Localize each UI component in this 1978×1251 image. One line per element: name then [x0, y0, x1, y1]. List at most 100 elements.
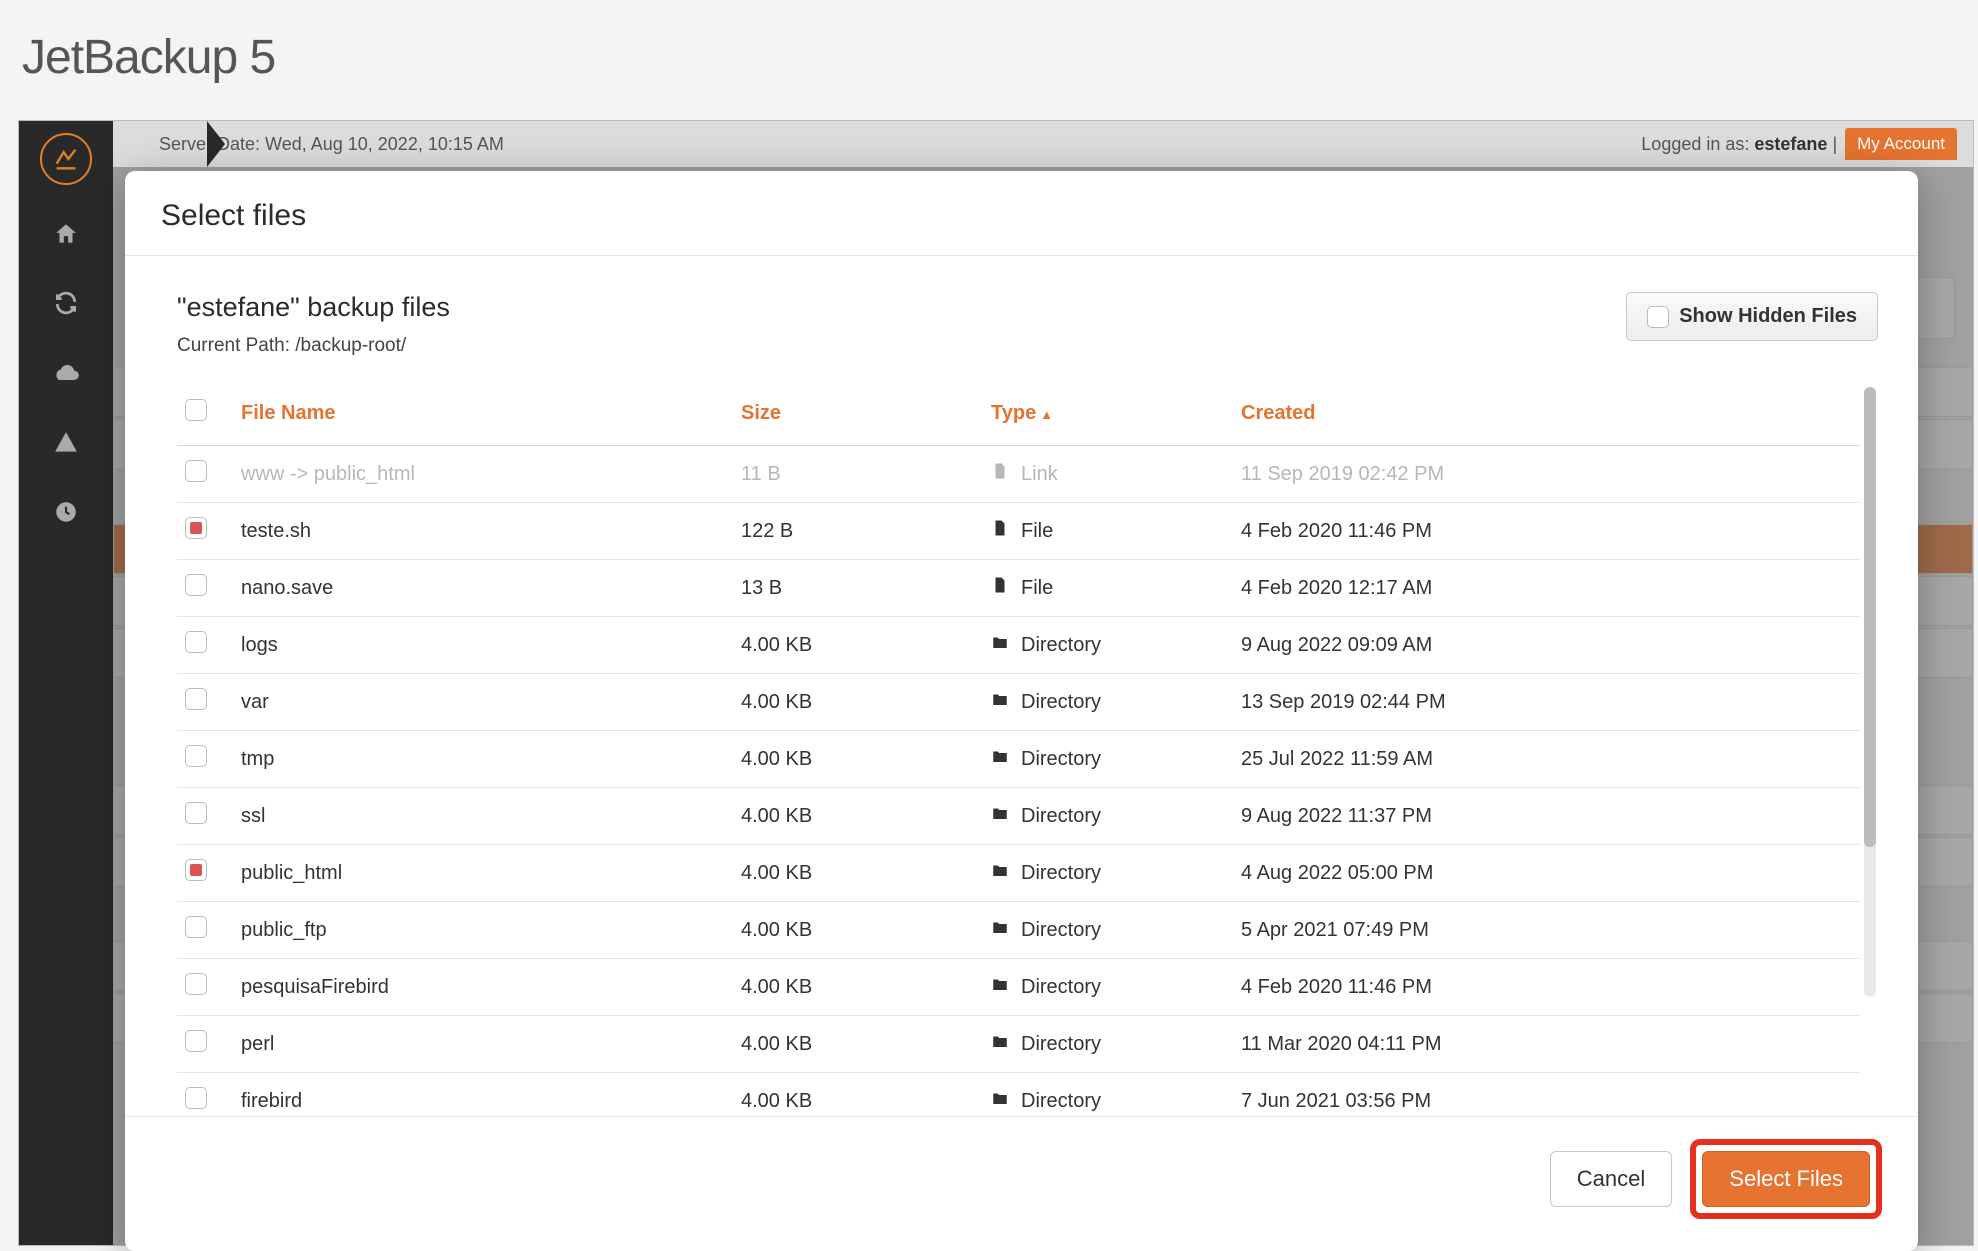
file-name: perl [233, 1016, 733, 1073]
file-size: 4.00 KB [733, 617, 983, 674]
folder-icon [991, 1031, 1009, 1057]
folder-icon [991, 1088, 1009, 1114]
file-size: 4.00 KB [733, 845, 983, 902]
file-type: File [1021, 520, 1053, 543]
row-checkbox[interactable] [185, 859, 207, 881]
current-path: Current Path: /backup-root/ [177, 335, 450, 357]
file-type: Directory [1021, 634, 1101, 657]
file-created: 4 Feb 2020 11:46 PM [1233, 959, 1860, 1016]
file-name: logs [233, 617, 733, 674]
home-icon[interactable] [53, 221, 79, 254]
file-type: Directory [1021, 805, 1101, 828]
file-name: ssl [233, 788, 733, 845]
file-size: 4.00 KB [733, 731, 983, 788]
alert-icon[interactable] [53, 430, 79, 463]
file-size: 4.00 KB [733, 902, 983, 959]
table-row[interactable]: teste.sh122 BFile4 Feb 2020 11:46 PM [177, 503, 1860, 560]
table-row[interactable]: tmp4.00 KB Directory 25 Jul 2022 11:59 AM [177, 731, 1860, 788]
file-created: 11 Sep 2019 02:42 PM [1233, 446, 1860, 503]
column-header-size[interactable]: Size [733, 387, 983, 446]
table-row[interactable]: var4.00 KBDirectory13 Sep 2019 02:44 PM [177, 674, 1860, 731]
modal-title: Select files [161, 199, 1882, 233]
show-hidden-label: Show Hidden Files [1679, 305, 1857, 328]
row-checkbox[interactable] [185, 973, 207, 995]
my-account-button[interactable]: My Account [1845, 128, 1957, 160]
scrollbar[interactable] [1860, 387, 1878, 1116]
topbar: Server Date: Wed, Aug 10, 2022, 10:15 AM… [113, 121, 1973, 167]
table-row[interactable]: perl4.00 KBDirectory11 Mar 2020 04:11 PM [177, 1016, 1860, 1073]
folder-icon [991, 689, 1009, 715]
row-checkbox[interactable] [185, 688, 207, 710]
row-checkbox[interactable] [185, 517, 207, 539]
logo-icon [40, 133, 92, 185]
logged-in-label: Logged in as: estefane | [1641, 134, 1837, 155]
file-type: Directory [1021, 862, 1101, 885]
sort-caret-up-icon: ▲ [1040, 407, 1053, 422]
select-files-button[interactable]: Select Files [1702, 1151, 1870, 1207]
file-icon [991, 518, 1009, 544]
table-row[interactable]: logs4.00 KBDirectory9 Aug 2022 09:09 AM [177, 617, 1860, 674]
file-created: 13 Sep 2019 02:44 PM [1233, 674, 1860, 731]
file-icon [991, 575, 1009, 601]
file-icon [991, 461, 1009, 487]
column-header-created[interactable]: Created [1233, 387, 1860, 446]
folder-icon [991, 917, 1009, 943]
file-name: public_ftp [233, 902, 733, 959]
folder-icon [991, 803, 1009, 829]
clock-icon[interactable] [53, 499, 79, 532]
table-row[interactable]: pesquisaFirebird4.00 KBDirectory4 Feb 20… [177, 959, 1860, 1016]
file-name: www -> public_html [233, 446, 733, 503]
file-type: File [1021, 577, 1053, 600]
table-row[interactable]: www -> public_html11 B Link 11 Sep 2019 02… [177, 446, 1860, 503]
row-checkbox[interactable] [185, 631, 207, 653]
files-table: File Name Size Type▲ Created www -> publ… [177, 387, 1860, 1116]
file-type: Directory [1021, 748, 1101, 771]
file-name: public_html [233, 845, 733, 902]
row-checkbox[interactable] [185, 574, 207, 596]
table-row[interactable]: nano.save13 BFile4 Feb 2020 12:17 AM [177, 560, 1860, 617]
show-hidden-toggle[interactable]: Show Hidden Files [1626, 292, 1878, 341]
modal-subtitle: "estefane" backup files [177, 292, 450, 323]
folder-icon [991, 746, 1009, 772]
row-checkbox[interactable] [185, 1087, 207, 1109]
row-checkbox[interactable] [185, 745, 207, 767]
cancel-button[interactable]: Cancel [1550, 1151, 1672, 1207]
file-type: Directory [1021, 976, 1101, 999]
table-row[interactable]: firebird4.00 KBDirectory7 Jun 2021 03:56… [177, 1073, 1860, 1117]
file-type: Directory [1021, 1090, 1101, 1113]
file-name: tmp [233, 731, 733, 788]
file-size: 4.00 KB [733, 959, 983, 1016]
table-row[interactable]: public_ftp4.00 KB Directory 5 Apr 2021 07:… [177, 902, 1860, 959]
sidebar [19, 121, 113, 1245]
file-name: teste.sh [233, 503, 733, 560]
file-created: 11 Mar 2020 04:11 PM [1233, 1016, 1860, 1073]
cloud-download-icon[interactable] [52, 359, 80, 394]
table-row[interactable]: public_html4.00 KB Directory 4 Aug 2022 05… [177, 845, 1860, 902]
file-created: 5 Apr 2021 07:49 PM [1233, 902, 1860, 959]
select-all-checkbox[interactable] [185, 399, 207, 421]
chevron-right-icon [207, 121, 225, 167]
row-checkbox[interactable] [185, 1030, 207, 1052]
column-header-type[interactable]: Type▲ [983, 387, 1233, 446]
file-size: 4.00 KB [733, 674, 983, 731]
modal-footer: Cancel Select Files [125, 1116, 1918, 1251]
file-created: 25 Jul 2022 11:59 AM [1233, 731, 1860, 788]
row-checkbox[interactable] [185, 916, 207, 938]
refresh-icon[interactable] [53, 290, 79, 323]
file-size: 4.00 KB [733, 788, 983, 845]
file-type: Directory [1021, 919, 1101, 942]
row-checkbox[interactable] [185, 460, 207, 482]
file-size: 4.00 KB [733, 1016, 983, 1073]
show-hidden-checkbox[interactable] [1647, 306, 1669, 328]
file-type: Link [1021, 463, 1058, 486]
folder-icon [991, 974, 1009, 1000]
file-created: 4 Feb 2020 11:46 PM [1233, 503, 1860, 560]
file-created: 4 Aug 2022 05:00 PM [1233, 845, 1860, 902]
scrollbar-thumb[interactable] [1864, 387, 1876, 847]
table-row[interactable]: ssl4.00 KBDirectory9 Aug 2022 11:37 PM [177, 788, 1860, 845]
row-checkbox[interactable] [185, 802, 207, 824]
modal-header: Select files [125, 171, 1918, 256]
file-size: 4.00 KB [733, 1073, 983, 1117]
column-header-name[interactable]: File Name [233, 387, 733, 446]
file-size: 11 B [733, 446, 983, 503]
